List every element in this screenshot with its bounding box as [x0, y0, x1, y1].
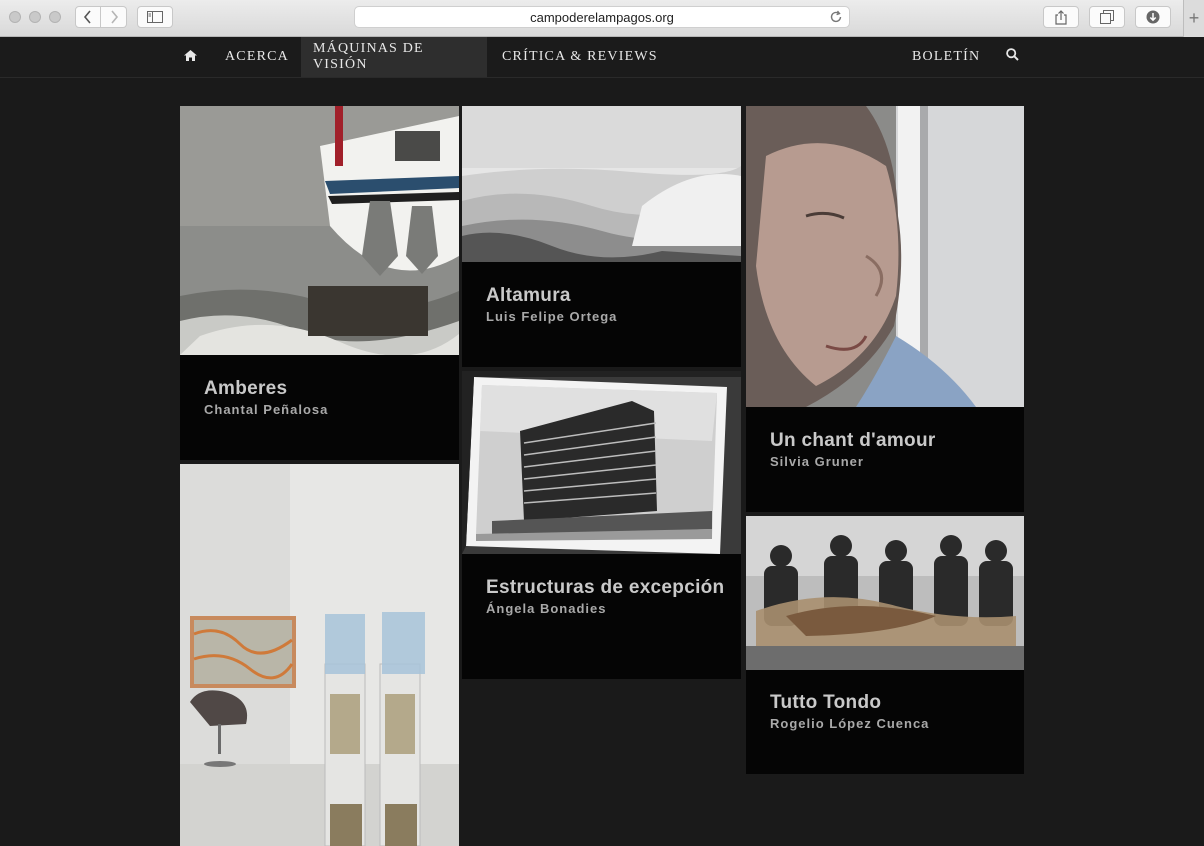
building-photograph [462, 371, 741, 554]
close-window-button[interactable] [9, 11, 21, 23]
chevron-left-icon [83, 10, 93, 24]
card-author: Ángela Bonadies [486, 601, 607, 616]
tabs-icon [1100, 10, 1114, 24]
share-button[interactable] [1043, 6, 1079, 28]
gallery-water-dispensers-photo [180, 464, 459, 846]
minimize-window-button[interactable] [29, 11, 41, 23]
card-amberes[interactable]: Amberes Chantal Peñalosa [180, 106, 459, 460]
tabs-overview-button[interactable] [1089, 6, 1125, 28]
card-title[interactable]: Altamura [486, 286, 617, 306]
card-author: Chantal Peñalosa [204, 402, 329, 417]
new-tab-button[interactable]: + [1183, 0, 1204, 37]
back-button[interactable] [75, 6, 101, 28]
address-bar[interactable]: campoderelampagos.org [354, 6, 850, 28]
card-caption: Altamura Luis Felipe Ortega [486, 286, 618, 325]
card-author: Rogelio López Cuenca [770, 716, 930, 731]
nav-item-acerca[interactable]: Acerca [213, 37, 301, 77]
browser-toolbar: campoderelampagos.org + [0, 0, 1204, 37]
plus-icon: + [1188, 8, 1200, 28]
reload-icon[interactable] [829, 10, 843, 27]
face-against-wall-photo [746, 106, 1024, 407]
card-title[interactable]: Estructuras de excepción [486, 578, 726, 598]
site-navigation: Acerca Máquinas de visión Crítica & Revi… [0, 37, 1204, 78]
card-caption: Tutto Tondo Rogelio López Cuenca [770, 693, 930, 732]
card-tutto-tondo[interactable]: Tutto Tondo Rogelio López Cuenca [746, 516, 1024, 774]
zoom-window-button[interactable] [49, 11, 61, 23]
nav-item-critica-reviews[interactable]: Crítica & Reviews [490, 37, 670, 77]
sidebar-icon [147, 11, 163, 23]
home-icon [183, 48, 197, 66]
url-text: campoderelampagos.org [530, 9, 674, 25]
sidebar-button[interactable] [137, 6, 173, 28]
card-title[interactable]: Amberes [204, 379, 328, 399]
downloads-button[interactable] [1135, 6, 1171, 28]
search-button[interactable] [1002, 37, 1022, 77]
dunes-photo [462, 106, 741, 262]
card-author: Luis Felipe Ortega [486, 309, 618, 324]
card-title[interactable]: Un chant d'amour [770, 431, 936, 451]
search-icon [1005, 48, 1019, 66]
collage-photo [746, 516, 1024, 670]
ship-anchor-photo [180, 106, 459, 355]
share-icon [1055, 9, 1067, 25]
card-caption: Amberes Chantal Peñalosa [204, 379, 329, 418]
card-altamura[interactable]: Altamura Luis Felipe Ortega [462, 106, 741, 367]
card-title[interactable]: Tutto Tondo [770, 693, 929, 713]
card-gallery[interactable] [180, 464, 459, 846]
nav-item-maquinas-de-vision[interactable]: Máquinas de visión [301, 37, 487, 77]
forward-button[interactable] [101, 6, 127, 28]
card-estructuras-de-excepcion[interactable]: Estructuras de excepción Ángela Bonadies [462, 371, 741, 679]
nav-item-boletin[interactable]: Boletín [900, 37, 992, 77]
card-un-chant-damour[interactable]: Un chant d'amour Silvia Gruner [746, 106, 1024, 512]
chevron-right-icon [109, 10, 119, 24]
card-caption: Estructuras de excepción Ángela Bonadies [486, 578, 726, 617]
home-link[interactable] [180, 37, 200, 77]
card-author: Silvia Gruner [770, 454, 864, 469]
card-caption: Un chant d'amour Silvia Gruner [770, 431, 936, 470]
download-icon [1146, 10, 1160, 24]
